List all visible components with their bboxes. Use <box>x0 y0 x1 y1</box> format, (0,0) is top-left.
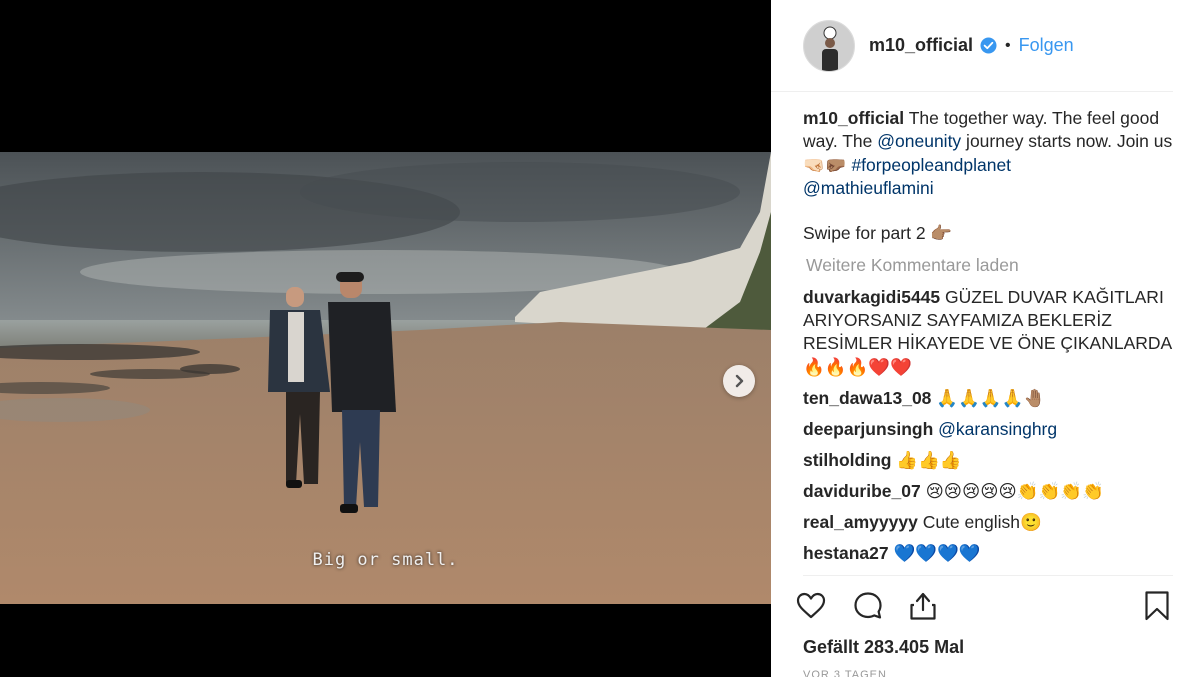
comment-text: 🙏🙏🙏🙏🤚🏽 <box>931 387 1046 408</box>
comment-item: ten_dawa13_08 🙏🙏🙏🙏🤚🏽 <box>803 387 1175 410</box>
comment-item: daviduribe_07 😢😢😢😢😢👏👏👏👏 <box>803 480 1175 503</box>
post-caption: m10_official The together way. The feel … <box>803 107 1175 200</box>
video-frame[interactable] <box>0 152 771 604</box>
like-count[interactable]: Gefällt 283.405 Mal <box>803 637 964 658</box>
heart-icon[interactable] <box>795 590 827 627</box>
comment-mention[interactable]: @karansinghrg <box>938 419 1057 439</box>
comment-item: real_amyyyyy Cute english🙂 <box>803 511 1175 534</box>
header-separator: • <box>1005 36 1011 54</box>
comment-username[interactable]: daviduribe_07 <box>803 481 921 501</box>
comment-username[interactable]: real_amyyyyy <box>803 512 918 532</box>
header-username[interactable]: m10_official <box>869 35 973 56</box>
avatar[interactable] <box>803 19 855 72</box>
caption-swipe-line: Swipe for part 2 👉🏽 <box>803 223 953 244</box>
post-actions <box>795 590 1175 624</box>
post-header: m10_official • Folgen <box>771 0 1173 92</box>
caption-username[interactable]: m10_official <box>803 108 904 128</box>
verified-badge-icon <box>980 37 997 54</box>
comment-username[interactable]: ten_dawa13_08 <box>803 388 931 408</box>
actions-divider <box>803 575 1173 576</box>
post-sidebar: m10_official • Folgen m10_official The t… <box>771 0 1200 677</box>
share-icon[interactable] <box>907 590 939 627</box>
comment-username[interactable]: duvarkagidi5445 <box>803 287 940 307</box>
comment-list: m10_official The together way. The feel … <box>803 107 1175 573</box>
comment-item: duvarkagidi5445 GÜZEL DUVAR KAĞITLARI AR… <box>803 286 1175 379</box>
caption-mention-oneunity[interactable]: @oneunity <box>877 131 961 151</box>
comment-item: stilholding 👍👍👍 <box>803 449 1175 472</box>
comment-username[interactable]: deeparjunsingh <box>803 419 933 439</box>
comment-item: deeparjunsingh @karansinghrg <box>803 418 1175 441</box>
comment-username[interactable]: stilholding <box>803 450 891 470</box>
comment-item: hestana27 💙💙💙💙 <box>803 542 1175 565</box>
comment-text: 👍👍👍 <box>891 449 962 470</box>
comment-icon[interactable] <box>852 590 884 627</box>
load-more-comments-button[interactable]: Weitere Kommentare laden <box>803 254 1175 277</box>
chevron-right-icon <box>735 374 744 388</box>
comment-username[interactable]: hestana27 <box>803 543 889 563</box>
follow-button[interactable]: Folgen <box>1019 35 1074 56</box>
post-media: Big or small. <box>0 0 771 677</box>
caption-mention-mathieuflamini[interactable]: @mathieuflamini <box>803 178 934 198</box>
bookmark-icon[interactable] <box>1141 590 1173 627</box>
caption-hashtag[interactable]: #forpeopleandplanet <box>851 155 1011 175</box>
comment-text: 💙💙💙💙 <box>888 542 981 563</box>
post-timestamp: VOR 3 TAGEN <box>803 669 887 677</box>
next-slide-button[interactable] <box>723 365 755 397</box>
comment-text: 😢😢😢😢😢👏👏👏👏 <box>920 480 1104 501</box>
comment-text: Cute english🙂 <box>917 511 1042 532</box>
video-subtitle: Big or small. <box>312 550 459 570</box>
